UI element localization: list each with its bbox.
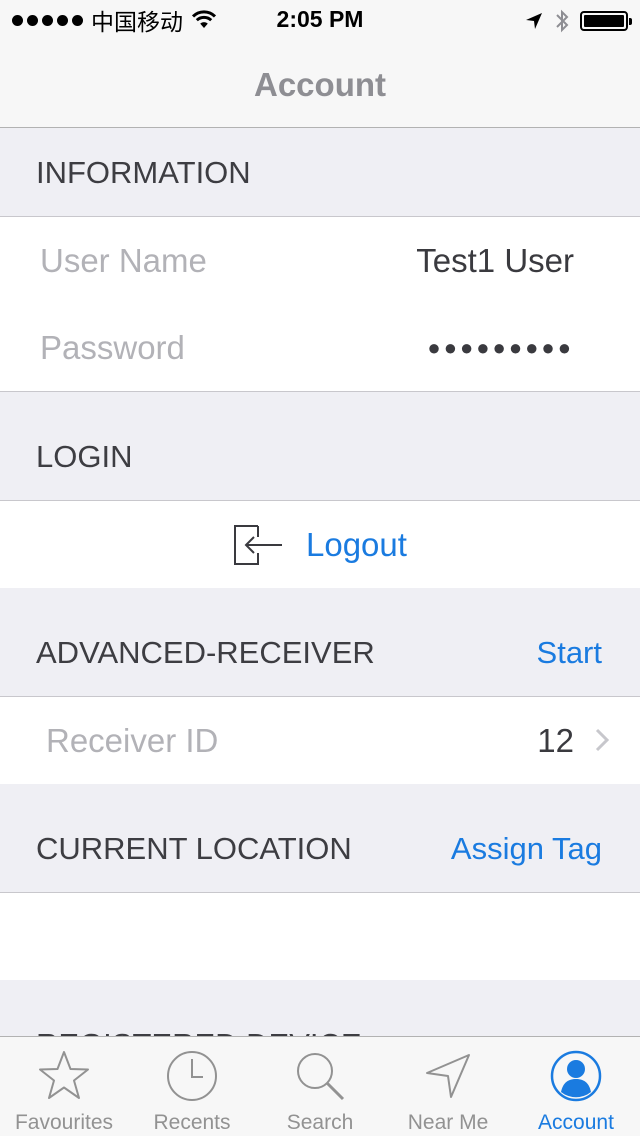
section-header-advanced-receiver: ADVANCED-RECEIVER Start — [0, 588, 640, 697]
user-name-row: User Name Test1 User — [0, 217, 640, 305]
navigation-bar: Account — [0, 40, 640, 128]
tab-label: Recents — [153, 1111, 231, 1134]
clock-icon — [167, 1051, 217, 1101]
tab-label: Near Me — [407, 1111, 489, 1134]
user-name-label: User Name — [40, 242, 207, 279]
tab-bar: Favourites Recents Search Near Me Accoun… — [0, 1036, 640, 1136]
start-button[interactable]: Start — [537, 609, 602, 697]
section-title: INFORMATION — [36, 155, 251, 190]
tab-label: Search — [286, 1111, 354, 1134]
password-value: ●●●●●●●●● — [427, 335, 574, 360]
password-row: Password ●●●●●●●●● — [0, 304, 640, 392]
tab-recents[interactable]: Recents — [128, 1037, 256, 1136]
search-icon — [297, 1053, 345, 1101]
receiver-id-row[interactable]: Receiver ID 12 — [0, 697, 640, 785]
chevron-right-icon — [595, 728, 610, 752]
section-header-login: LOGIN — [0, 392, 640, 501]
receiver-id-label: Receiver ID — [46, 722, 219, 759]
user-name-value: Test1 User — [416, 242, 574, 279]
tab-favourites[interactable]: Favourites — [0, 1037, 128, 1136]
section-title: LOGIN — [36, 439, 133, 474]
section-header-current-location: CURRENT LOCATION Assign Tag — [0, 784, 640, 893]
logout-button[interactable]: Logout — [0, 501, 640, 589]
section-title: CURRENT LOCATION — [36, 831, 352, 866]
star-icon — [39, 1051, 89, 1099]
location-arrow-icon — [426, 1054, 470, 1098]
current-location-row — [0, 893, 640, 981]
account-icon — [550, 1050, 602, 1102]
page-title: Account — [254, 66, 386, 103]
tab-search[interactable]: Search — [256, 1037, 384, 1136]
assign-tag-button[interactable]: Assign Tag — [451, 805, 602, 893]
logout-label: Logout — [306, 526, 407, 563]
status-bar: 中国移动 2:05 PM — [0, 0, 640, 40]
tab-near-me[interactable]: Near Me — [384, 1037, 512, 1136]
location-services-icon — [526, 13, 542, 29]
section-title: ADVANCED-RECEIVER — [36, 635, 375, 670]
receiver-id-value: 12 — [537, 722, 574, 759]
section-header-information: INFORMATION — [0, 129, 640, 217]
logout-icon — [234, 525, 282, 565]
battery-icon — [580, 11, 632, 31]
tab-label: Favourites — [14, 1111, 114, 1134]
bluetooth-icon — [556, 9, 569, 33]
tab-label: Account — [538, 1111, 614, 1134]
password-label: Password — [40, 329, 185, 366]
tab-account[interactable]: Account — [512, 1037, 640, 1136]
